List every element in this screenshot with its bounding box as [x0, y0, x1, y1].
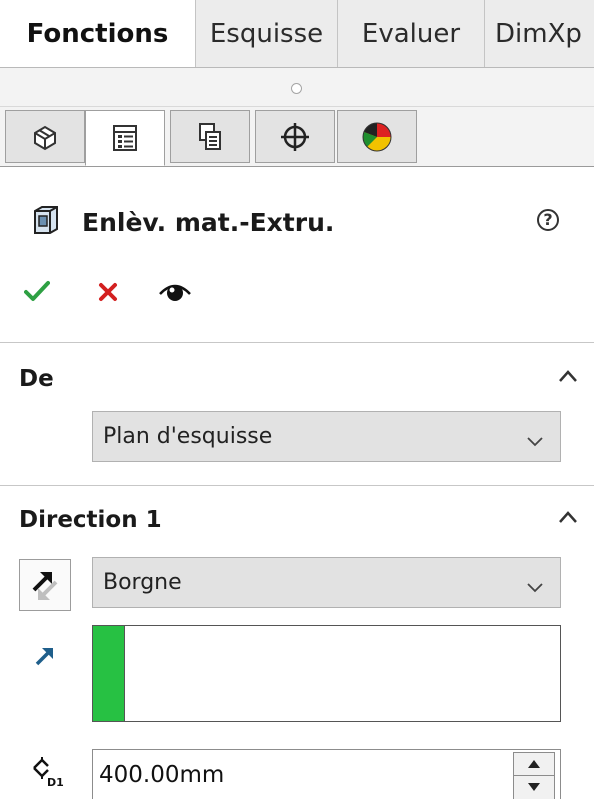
chevron-down-icon	[526, 429, 544, 454]
depth-spinner[interactable]	[513, 752, 555, 799]
help-icon[interactable]: ?	[537, 209, 559, 231]
checkmark-icon[interactable]	[24, 280, 50, 306]
depth-input[interactable]: 400.00mm	[92, 749, 561, 799]
divider	[0, 342, 594, 343]
extruded-cut-icon	[32, 205, 60, 239]
tab-evaluer[interactable]: Evaluer	[338, 0, 485, 67]
tab-fonctions[interactable]: Fonctions	[0, 0, 196, 67]
triangle-down-icon	[528, 783, 540, 791]
tab-featuremanager[interactable]	[5, 110, 85, 163]
end-condition-value: Borgne	[103, 570, 182, 595]
tab-dimxpertmanager[interactable]	[255, 110, 335, 163]
command-manager-tabs: Fonctions Esquisse Evaluer DimXp	[0, 0, 594, 68]
triangle-up-icon	[528, 760, 540, 768]
section-title-de: De	[19, 366, 54, 392]
chevron-down-icon	[526, 575, 544, 600]
tab-propertymanager[interactable]	[85, 110, 165, 166]
reverse-direction-button[interactable]	[19, 559, 71, 611]
reverse-direction-icon	[32, 572, 58, 600]
end-condition-select[interactable]: Borgne	[92, 557, 561, 608]
svg-text:D1: D1	[47, 776, 64, 789]
tab-dimxpert[interactable]: DimXp	[485, 0, 594, 67]
splitter-handle-icon[interactable]	[291, 83, 302, 94]
chevron-up-icon[interactable]	[558, 368, 578, 387]
eye-icon[interactable]	[158, 280, 192, 308]
start-condition-value: Plan d'esquisse	[103, 424, 273, 449]
direction-reference-selection-box[interactable]	[92, 625, 561, 722]
direction-arrow-icon	[34, 645, 56, 671]
chevron-up-icon[interactable]	[558, 509, 578, 528]
depth-value: 400.00mm	[99, 761, 225, 788]
property-manager-icon	[113, 125, 137, 151]
feature-title: Enlèv. mat.-Extru.	[82, 208, 335, 237]
spin-down-button[interactable]	[514, 776, 554, 798]
tab-configurationmanager[interactable]	[170, 110, 250, 163]
divider	[0, 485, 594, 486]
dimxpert-manager-icon	[281, 122, 309, 151]
depth-dimension-icon: D1	[30, 754, 68, 794]
active-selection-indicator	[93, 626, 125, 721]
start-condition-select[interactable]: Plan d'esquisse	[92, 411, 561, 462]
spin-up-button[interactable]	[514, 753, 554, 776]
close-icon[interactable]	[98, 282, 118, 306]
manager-tabs	[0, 107, 594, 167]
section-title-direction-1: Direction 1	[19, 507, 162, 533]
feature-manager-icon	[34, 125, 56, 150]
display-manager-icon	[362, 122, 392, 151]
tab-esquisse[interactable]: Esquisse	[196, 0, 338, 67]
tab-displaymanager[interactable]	[337, 110, 417, 163]
configuration-manager-icon	[199, 122, 221, 150]
